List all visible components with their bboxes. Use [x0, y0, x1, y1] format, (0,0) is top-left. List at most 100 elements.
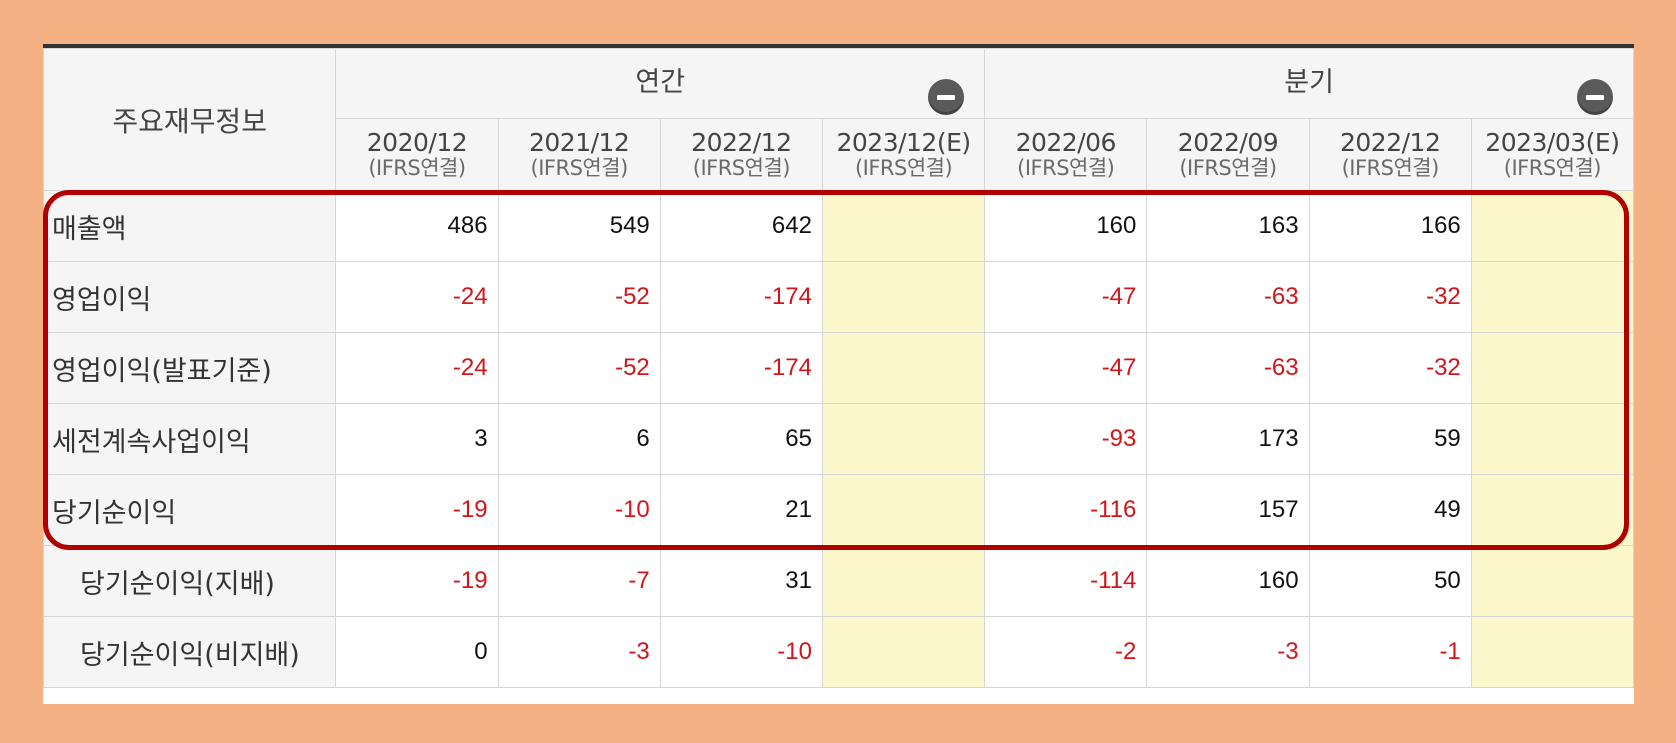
value-cell: 6 [497, 403, 661, 475]
row-label: 영업이익(발표기준) [43, 332, 337, 404]
value-cell: -10 [497, 474, 661, 546]
value-cell: 65 [659, 403, 823, 475]
value-cell [1470, 190, 1634, 262]
period-header: 2023/03(E) (IFRS연결) [1470, 118, 1634, 191]
value-cell: -24 [335, 261, 499, 333]
value-cell [821, 545, 986, 617]
value-cell: -19 [335, 545, 499, 617]
value-cell [1470, 332, 1634, 404]
value-cell: -3 [1146, 616, 1310, 688]
collapse-annual-icon[interactable] [928, 79, 965, 115]
value-cell: 549 [497, 190, 661, 262]
value-cell [1470, 616, 1634, 688]
value-cell [821, 474, 986, 546]
row-label: 당기순이익(지배) [43, 545, 337, 617]
period-header: 2021/12 (IFRS연결) [497, 118, 661, 191]
corner-label: 주요재무정보 [43, 48, 337, 191]
value-cell: -47 [984, 332, 1148, 404]
period-header: 2022/09 (IFRS연결) [1146, 118, 1310, 191]
period-basis: (IFRS연결) [530, 155, 629, 180]
value-cell: 160 [1146, 545, 1310, 617]
period-date: 2022/12 [691, 128, 792, 158]
period-date: 2021/12 [528, 128, 630, 158]
row-label: 매출액 [43, 190, 337, 262]
value-cell: 21 [659, 474, 823, 546]
value-cell: 173 [1146, 403, 1310, 475]
value-cell [821, 190, 986, 262]
value-cell [821, 616, 986, 688]
period-basis: (IFRS연결) [854, 155, 953, 180]
value-cell: -52 [497, 332, 661, 404]
period-date: 2022/09 [1177, 128, 1279, 158]
value-cell: 160 [984, 190, 1148, 262]
value-cell: 50 [1308, 545, 1472, 617]
value-cell [1470, 403, 1634, 475]
value-cell [821, 332, 986, 404]
period-basis: (IFRS연결) [1341, 155, 1440, 180]
value-cell: 31 [659, 545, 823, 617]
group-header-annual-label: 연간 [635, 67, 686, 98]
value-cell [821, 261, 986, 333]
period-basis: (IFRS연결) [368, 155, 466, 180]
period-basis: (IFRS연결) [1179, 155, 1277, 180]
value-cell: 3 [335, 403, 499, 475]
collapse-quarterly-icon[interactable] [1577, 79, 1613, 115]
value-cell: -63 [1146, 332, 1310, 404]
value-cell [821, 403, 986, 475]
value-cell: 0 [335, 616, 499, 688]
period-basis: (IFRS연결) [1503, 155, 1602, 180]
period-date: 2023/12(E) [836, 128, 971, 158]
value-cell: -47 [984, 261, 1148, 333]
value-cell: -116 [984, 474, 1148, 546]
value-cell: -52 [497, 261, 661, 333]
value-cell: -93 [984, 403, 1148, 475]
value-cell [1470, 474, 1634, 546]
value-cell: -174 [659, 261, 823, 333]
period-date: 2020/12 [366, 128, 468, 158]
table-row: 영업이익(발표기준) -24 -52 -174 -47 -63 -32 [43, 332, 1634, 404]
row-label: 세전계속사업이익 [43, 403, 337, 475]
group-header-annual: 연간 [335, 48, 986, 119]
value-cell: -7 [497, 545, 661, 617]
value-cell: 486 [335, 190, 499, 262]
period-basis: (IFRS연결) [692, 155, 791, 180]
financial-summary-panel: 주요재무정보 연간 분기 2020/12 (IFRS연결) 2021/12 (IFRS… [43, 44, 1634, 704]
value-cell: -63 [1146, 261, 1310, 333]
row-label: 당기순이익(비지배) [43, 616, 337, 688]
period-date: 2023/03(E) [1485, 128, 1620, 158]
table-row: 당기순이익 -19 -10 21 -116 157 49 [43, 474, 1634, 546]
value-cell: 157 [1146, 474, 1310, 546]
value-cell: 163 [1146, 190, 1310, 262]
period-date: 2022/06 [1015, 128, 1117, 158]
table-row: 매출액 486 549 642 160 163 166 [43, 190, 1634, 262]
value-cell: -32 [1308, 261, 1472, 333]
value-cell: 59 [1308, 403, 1472, 475]
group-header-quarterly: 분기 [984, 48, 1634, 119]
row-label: 영업이익 [43, 261, 337, 333]
value-cell: -32 [1308, 332, 1472, 404]
financial-summary-table: 주요재무정보 연간 분기 2020/12 (IFRS연결) 2021/12 (IFRS… [43, 48, 1634, 688]
value-cell: -10 [659, 616, 823, 688]
value-cell: 166 [1308, 190, 1472, 262]
value-cell: -19 [335, 474, 499, 546]
period-header: 2022/12 (IFRS연결) [1308, 118, 1472, 191]
value-cell: -2 [984, 616, 1148, 688]
period-header: 2022/12 (IFRS연결) [659, 118, 823, 191]
period-header: 2022/06 (IFRS연결) [984, 118, 1148, 191]
value-cell: -1 [1308, 616, 1472, 688]
period-header: 2020/12 (IFRS연결) [335, 118, 499, 191]
value-cell: -24 [335, 332, 499, 404]
table-row: 당기순이익(비지배) 0 -3 -10 -2 -3 -1 [43, 616, 1634, 688]
row-label: 당기순이익 [43, 474, 337, 546]
value-cell: 642 [659, 190, 823, 262]
value-cell: -174 [659, 332, 823, 404]
table-row: 당기순이익(지배) -19 -7 31 -114 160 50 [43, 545, 1634, 617]
value-cell [1470, 545, 1634, 617]
value-cell: 49 [1308, 474, 1472, 546]
table-row: 영업이익 -24 -52 -174 -47 -63 -32 [43, 261, 1634, 333]
value-cell: -114 [984, 545, 1148, 617]
period-basis: (IFRS연결) [1017, 155, 1115, 180]
period-date: 2022/12 [1340, 128, 1441, 158]
value-cell [1470, 261, 1634, 333]
table-row: 세전계속사업이익 3 6 65 -93 173 59 [43, 403, 1634, 475]
